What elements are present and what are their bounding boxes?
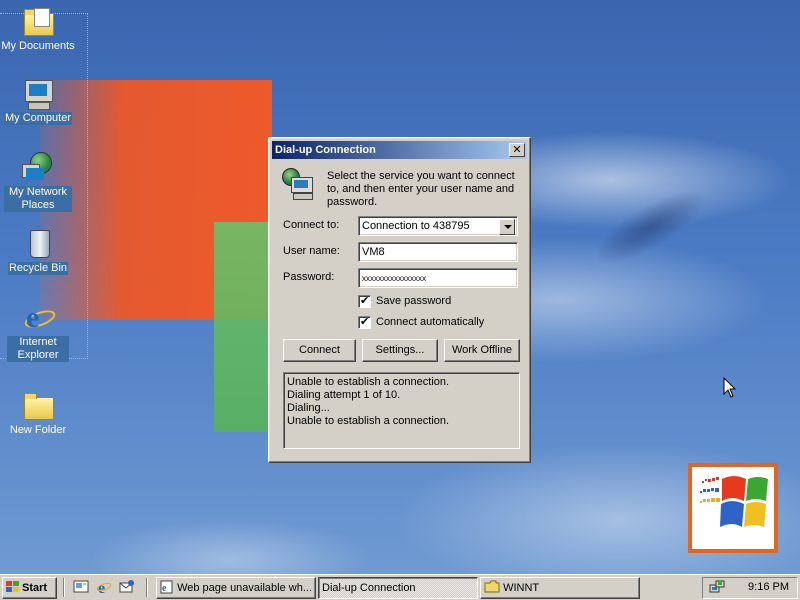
close-button[interactable]: ✕ [509, 143, 525, 157]
network-connection-icon[interactable] [709, 580, 725, 596]
username-label: User name: [283, 245, 340, 257]
connect-to-combo[interactable]: Connection to 438795 [358, 216, 518, 236]
taskbar-separator [63, 578, 65, 597]
network-places-icon [22, 152, 54, 184]
task-web-page-unavailable[interactable]: e Web page unavailable wh... [156, 577, 316, 599]
dialup-connection-dialog: Dial-up Connection ✕ Select the service … [268, 137, 531, 463]
connect-to-label: Connect to: [283, 219, 340, 231]
username-field[interactable]: VM8 [358, 242, 518, 262]
taskbar-separator [146, 578, 148, 597]
task-label: WINNT [503, 582, 540, 594]
status-log: Unable to establish a connection. Dialin… [283, 372, 520, 449]
work-offline-button[interactable]: Work Offline [444, 339, 520, 362]
status-line: Unable to establish a connection. [287, 415, 450, 427]
desktop-icon-label: Internet Explorer [7, 336, 69, 362]
chevron-down-icon[interactable] [499, 219, 515, 235]
task-dialup-connection[interactable]: Dial-up Connection [318, 577, 478, 599]
checkmark-icon[interactable] [358, 294, 371, 308]
svg-text:e: e [98, 580, 105, 595]
desktop-icon-my-documents[interactable]: My Documents [0, 6, 76, 53]
internet-explorer-icon: e [22, 302, 58, 334]
internet-explorer-quicklaunch-icon[interactable]: e [96, 579, 112, 597]
my-documents-icon [22, 6, 54, 38]
outlook-express-icon[interactable] [119, 579, 135, 595]
folder-icon [484, 580, 500, 593]
status-line: Dialing attempt 1 of 10. [287, 389, 401, 401]
connect-button[interactable]: Connect [283, 339, 356, 362]
task-winnt[interactable]: WINNT [480, 577, 640, 599]
recycle-bin-icon [22, 228, 54, 260]
show-desktop-icon[interactable] [73, 579, 89, 595]
desktop-icon-label: My Computer [3, 112, 73, 125]
username-value: VM8 [362, 246, 385, 258]
wallpaper-diver-silhouette [508, 82, 772, 338]
desktop-icon-new-folder[interactable]: New Folder [0, 390, 76, 437]
my-computer-icon [22, 78, 54, 110]
taskbar: Start e e Web page unavailable wh... Dia… [0, 574, 800, 600]
windows-flag-icon [6, 580, 20, 592]
desktop-icon-label: New Folder [9, 424, 67, 436]
desktop: My Documents My Computer My Network Plac… [0, 0, 800, 574]
save-password-label: Save password [376, 295, 452, 307]
connect-to-value: Connection to 438795 [362, 220, 470, 232]
status-line: Unable to establish a connection. [287, 376, 450, 388]
desktop-icon-my-computer[interactable]: My Computer [0, 78, 76, 125]
windows-logo [688, 463, 778, 553]
folder-icon [22, 390, 54, 422]
status-line: Dialing... [287, 402, 330, 414]
desktop-icon-recycle-bin[interactable]: Recycle Bin [0, 228, 76, 275]
password-value: xxxxxxxxxxxxxxxx [362, 274, 426, 283]
settings-button[interactable]: Settings... [362, 339, 438, 362]
dialog-titlebar[interactable]: Dial-up Connection ✕ [272, 141, 527, 159]
desktop-icon-label: Recycle Bin [7, 262, 69, 275]
desktop-icon-my-network-places[interactable]: My Network Places [0, 152, 76, 212]
desktop-icon-internet-explorer[interactable]: e Internet Explorer [0, 302, 76, 362]
svg-text:e: e [162, 583, 167, 594]
close-icon: ✕ [512, 143, 522, 156]
task-label: Dial-up Connection [322, 582, 416, 594]
task-label: Web page unavailable wh... [177, 582, 313, 594]
system-tray: 9:16 PM [702, 577, 798, 599]
start-button[interactable]: Start [2, 577, 57, 599]
dialup-connection-icon [281, 168, 315, 200]
connect-automatically-label: Connect automatically [376, 316, 485, 328]
start-label: Start [22, 582, 48, 594]
desktop-icon-label: My Documents [1, 40, 75, 52]
wallpaper-green-shape [214, 222, 270, 432]
password-label: Password: [283, 271, 335, 283]
windows-flag-icon [700, 476, 768, 527]
ie-page-icon: e [160, 580, 173, 594]
intro-text: Select the service you want to connect t… [327, 170, 515, 208]
desktop-icon-label: My Network Places [4, 186, 72, 212]
dialog-title: Dial-up Connection [275, 144, 376, 156]
clock[interactable]: 9:16 PM [748, 581, 789, 593]
checkmark-icon[interactable] [358, 315, 371, 329]
password-field[interactable]: xxxxxxxxxxxxxxxx [358, 268, 518, 288]
